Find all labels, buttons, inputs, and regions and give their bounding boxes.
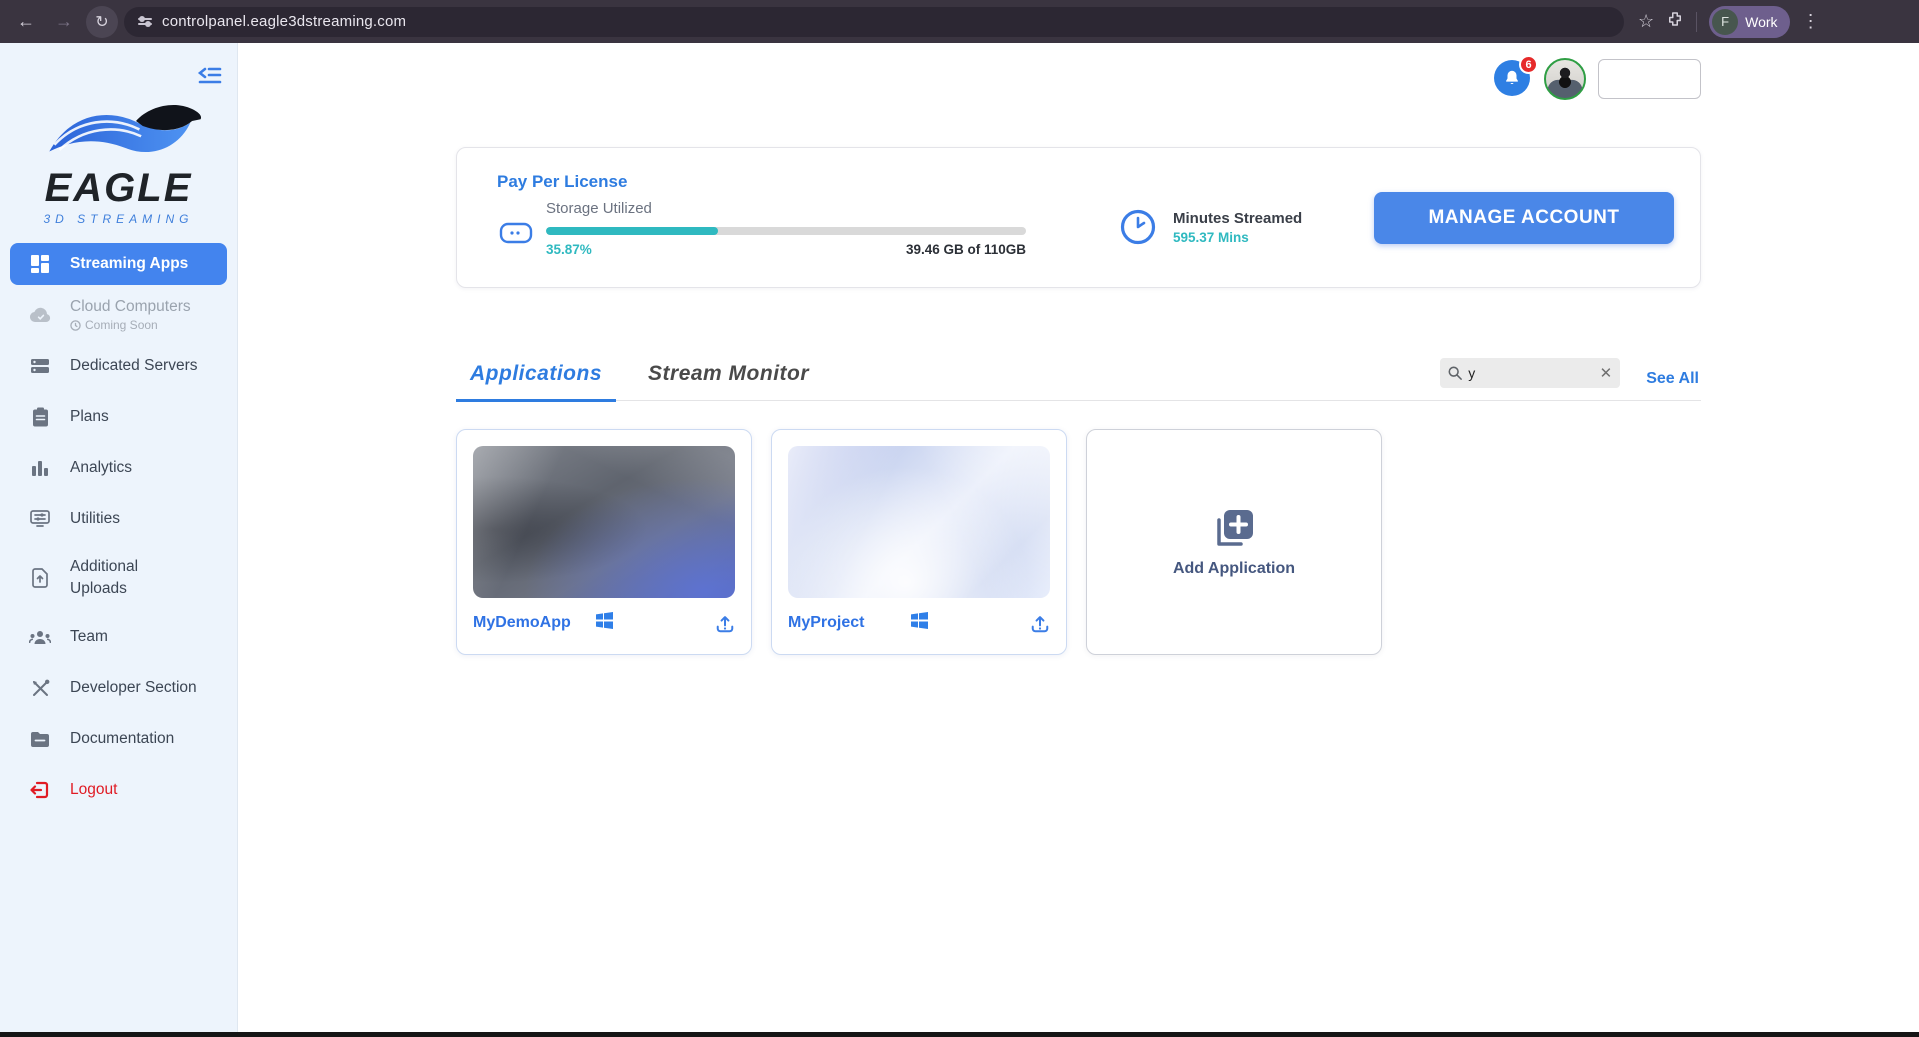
apps-grid-icon	[28, 254, 52, 274]
browser-profile-button[interactable]: F Work	[1709, 6, 1789, 38]
eagle-logo: EAGLE 3D STREAMING	[0, 95, 237, 226]
storage-icon	[499, 222, 533, 249]
reload-icon[interactable]: ↻	[86, 6, 118, 38]
forward-icon[interactable]: →	[48, 6, 80, 38]
sidebar-item-streaming-apps[interactable]: Streaming Apps	[10, 243, 227, 285]
clipboard-icon	[28, 407, 52, 427]
sidebar: EAGLE 3D STREAMING Streaming Apps	[0, 43, 238, 1037]
upload-build-icon[interactable]	[715, 614, 735, 633]
folder-icon	[28, 731, 52, 748]
address-bar[interactable]: controlpanel.eagle3dstreaming.com	[124, 7, 1624, 37]
sidebar-item-label: Team	[70, 628, 108, 646]
team-icon	[28, 629, 52, 645]
minutes-streamed: Minutes Streamed 595.37 Mins	[1119, 208, 1302, 246]
app-search[interactable]: ✕	[1440, 358, 1620, 388]
sidebar-collapse-icon[interactable]	[195, 61, 225, 91]
sidebar-item-logout[interactable]: Logout	[10, 769, 227, 811]
applications-grid: MyDemoApp	[456, 429, 1701, 655]
manage-account-button[interactable]: MANAGE ACCOUNT	[1374, 192, 1674, 244]
sidebar-item-label: Documentation	[70, 730, 174, 748]
sidebar-nav: Streaming Apps Cloud Computers Coming So…	[0, 243, 237, 811]
see-all-link[interactable]: See All	[1646, 370, 1699, 388]
profile-name: Work	[1745, 14, 1777, 30]
windows-icon	[596, 612, 613, 634]
app-card-myproject[interactable]: MyProject	[771, 429, 1067, 655]
license-card: Pay Per License Storage Utilized 35.87% …	[456, 147, 1701, 288]
sidebar-item-utilities[interactable]: Utilities	[10, 498, 227, 540]
browser-chrome: ← → ↻ controlpanel.eagle3dstreaming.com …	[0, 0, 1919, 43]
sidebar-item-label: Utilities	[70, 510, 120, 528]
tools-icon	[28, 679, 52, 698]
sidebar-item-label: Cloud Computers	[70, 298, 191, 315]
file-upload-icon	[28, 568, 52, 588]
utilities-icon	[28, 510, 52, 528]
notification-badge: 6	[1519, 55, 1538, 74]
logout-icon	[28, 780, 52, 800]
bar-chart-icon	[28, 459, 52, 477]
sidebar-item-documentation[interactable]: Documentation	[10, 718, 227, 760]
tabs-bar: Applications Stream Monitor ✕ See All	[456, 347, 1701, 401]
clear-search-icon[interactable]: ✕	[1600, 364, 1613, 382]
site-settings-icon[interactable]	[138, 18, 152, 25]
sidebar-item-label: Analytics	[70, 459, 132, 477]
sidebar-item-label: Dedicated Servers	[70, 357, 198, 375]
logo-subtitle: 3D STREAMING	[0, 212, 237, 226]
user-menu-box[interactable]	[1598, 59, 1701, 99]
chrome-menu-icon[interactable]: ⋮	[1802, 11, 1820, 32]
storage-progress-bar	[546, 227, 1026, 235]
sidebar-item-label: Developer Section	[70, 679, 197, 697]
logo-title: EAGLE	[0, 168, 237, 208]
search-icon	[1448, 366, 1462, 380]
url-text[interactable]: controlpanel.eagle3dstreaming.com	[162, 13, 406, 30]
minutes-label: Minutes Streamed	[1173, 210, 1302, 227]
sidebar-item-label: Streaming Apps	[70, 255, 188, 273]
upload-build-icon[interactable]	[1030, 614, 1050, 633]
app-name[interactable]: MyDemoApp	[473, 614, 596, 632]
profile-initial: F	[1712, 9, 1738, 35]
windows-icon	[911, 612, 928, 634]
app-name[interactable]: MyProject	[788, 614, 911, 632]
coming-soon-badge: Coming Soon	[70, 318, 191, 332]
license-title: Pay Per License	[497, 172, 627, 192]
back-icon[interactable]: ←	[10, 6, 42, 38]
clock-icon	[1119, 208, 1157, 246]
app-thumbnail[interactable]	[788, 446, 1050, 598]
sidebar-item-plans[interactable]: Plans	[10, 396, 227, 438]
main-content: 6 Pay Per License Storage Utilized	[238, 43, 1919, 1037]
clock-small-icon	[70, 320, 81, 331]
sidebar-item-dedicated-servers[interactable]: Dedicated Servers	[10, 345, 227, 387]
user-avatar[interactable]	[1544, 58, 1586, 100]
search-input[interactable]	[1468, 365, 1593, 381]
storage-label: Storage Utilized	[546, 200, 1026, 217]
bottom-edge-bar	[0, 1032, 1919, 1037]
chrome-separator	[1696, 12, 1697, 32]
sidebar-item-label: Additional Uploads	[70, 556, 188, 599]
eagle-logo-mark	[34, 95, 204, 169]
app-thumbnail[interactable]	[473, 446, 735, 598]
add-application-card[interactable]: Add Application	[1086, 429, 1382, 655]
sidebar-item-developer-section[interactable]: Developer Section	[10, 667, 227, 709]
sidebar-item-label: Logout	[70, 781, 117, 799]
sidebar-item-label: Plans	[70, 408, 109, 426]
notifications-button[interactable]: 6	[1494, 60, 1532, 98]
extensions-icon[interactable]	[1666, 10, 1684, 33]
storage-utilization: Storage Utilized 35.87% 39.46 GB of 110G…	[546, 200, 1026, 257]
tab-stream-monitor[interactable]: Stream Monitor	[634, 362, 823, 400]
servers-icon	[28, 357, 52, 375]
cloud-icon	[28, 306, 52, 324]
minutes-value: 595.37 Mins	[1173, 230, 1302, 245]
sidebar-item-additional-uploads[interactable]: Additional Uploads	[10, 549, 227, 607]
header-actions: 6	[456, 57, 1701, 101]
storage-percent: 35.87%	[546, 242, 592, 257]
sidebar-item-team[interactable]: Team	[10, 616, 227, 658]
add-application-label: Add Application	[1173, 560, 1295, 578]
sidebar-item-cloud-computers: Cloud Computers Coming Soon	[10, 294, 227, 336]
sidebar-item-analytics[interactable]: Analytics	[10, 447, 227, 489]
tab-applications[interactable]: Applications	[456, 362, 616, 400]
add-application-icon	[1211, 506, 1257, 550]
app-card-mydemoapp[interactable]: MyDemoApp	[456, 429, 752, 655]
storage-progress-fill	[546, 227, 718, 235]
bookmark-star-icon[interactable]: ☆	[1638, 11, 1654, 32]
storage-detail: 39.46 GB of 110GB	[906, 242, 1026, 257]
